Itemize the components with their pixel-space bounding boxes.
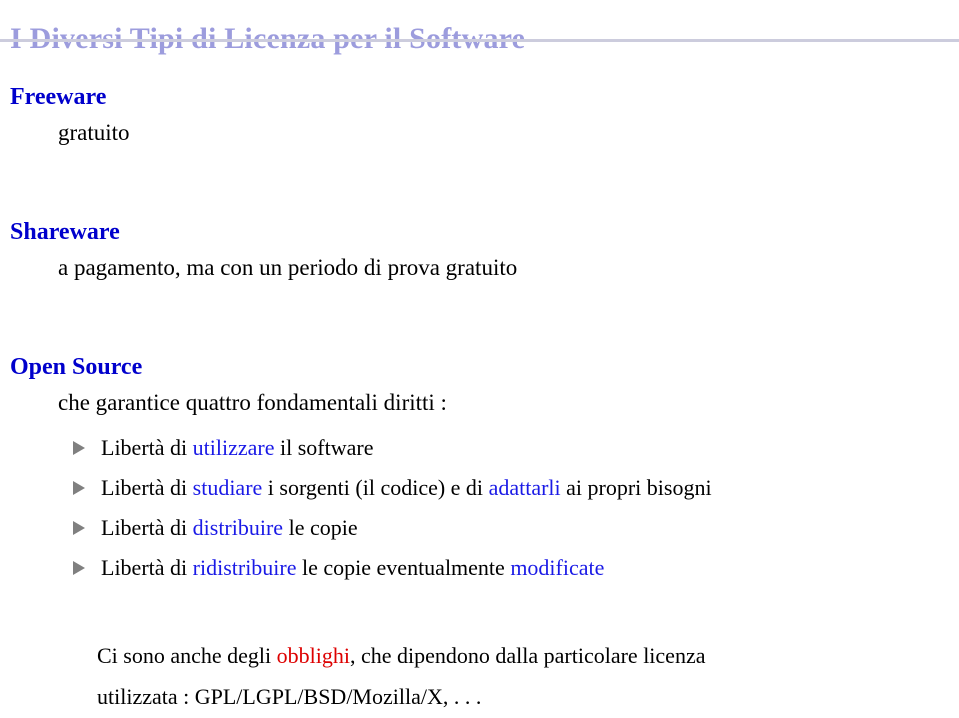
- freedoms-list: Libertà di utilizzare il software Libert…: [0, 428, 959, 588]
- triangle-right-icon: [73, 441, 85, 455]
- list-item: Libertà di ridistribuire le copie eventu…: [0, 548, 959, 588]
- triangle-right-icon: [73, 481, 85, 495]
- section-heading-open-source: Open Source: [10, 354, 143, 380]
- triangle-right-icon: [73, 561, 85, 575]
- list-item: Libertà di utilizzare il software: [0, 428, 959, 468]
- section-body-freeware: gratuito: [58, 120, 130, 145]
- section-heading-freeware: Freeware: [10, 84, 107, 110]
- closing-note: Ci sono anche degli obblighi, che dipend…: [97, 635, 957, 717]
- closing-line: utilizzata : GPL/LGPL/BSD/Mozilla/X, . .…: [97, 684, 482, 709]
- section-body-shareware: a pagamento, ma con un periodo di prova …: [58, 255, 518, 280]
- list-item-label: Libertà di studiare i sorgenti (il codic…: [101, 475, 712, 500]
- list-item-label: Libertà di ridistribuire le copie eventu…: [101, 555, 605, 580]
- list-item: Libertà di studiare i sorgenti (il codic…: [0, 468, 959, 508]
- list-item: Libertà di distribuire le copie: [0, 508, 959, 548]
- closing-line: Ci sono anche degli obblighi, che dipend…: [97, 643, 706, 668]
- section-body-open-source: che garantice quattro fondamentali dirit…: [58, 390, 447, 415]
- section-heading-shareware: Shareware: [10, 219, 120, 245]
- slide-canvas: I Diversi Tipi di Licenza per il Softwar…: [0, 0, 959, 718]
- triangle-right-icon: [73, 521, 85, 535]
- title-divider: [0, 39, 959, 42]
- list-item-label: Libertà di utilizzare il software: [101, 435, 374, 460]
- list-item-label: Libertà di distribuire le copie: [101, 515, 358, 540]
